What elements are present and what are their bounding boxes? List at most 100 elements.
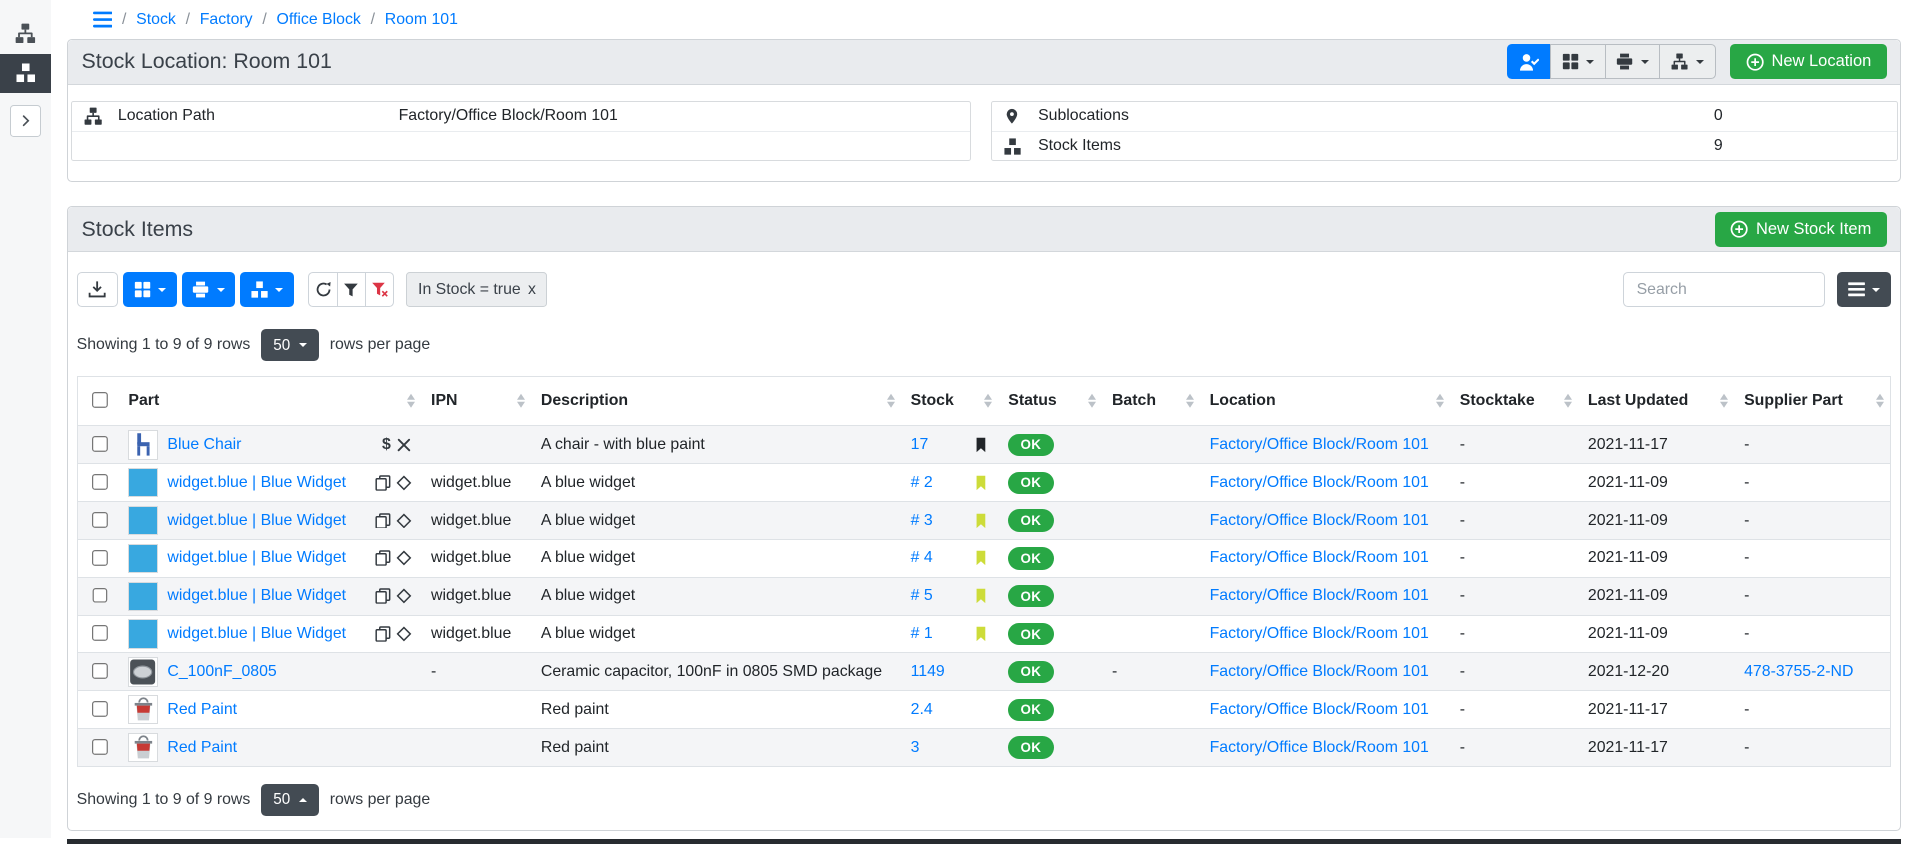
stock-quantity-link[interactable]: # 5 — [911, 587, 933, 605]
print-actions-dropdown[interactable] — [182, 272, 236, 307]
table-row[interactable]: widget.blue | Blue Widget widget.blue A … — [77, 502, 1890, 540]
barcode-actions-button[interactable] — [1550, 44, 1606, 79]
menu-button[interactable] — [93, 11, 113, 28]
table-row[interactable]: widget.blue | Blue Widget widget.blue A … — [77, 464, 1890, 502]
stock-quantity-link[interactable]: 2.4 — [911, 701, 933, 719]
remove-filter-icon[interactable]: x — [523, 281, 541, 299]
page-size-dropdown[interactable]: 50 — [261, 329, 318, 361]
column-header-location[interactable]: Location — [1200, 376, 1450, 426]
part-link[interactable]: widget.blue | Blue Widget — [167, 625, 346, 643]
part-thumbnail[interactable] — [128, 506, 157, 535]
column-header-supplier-part[interactable]: Supplier Part — [1734, 376, 1890, 426]
stock-quantity-link[interactable]: 3 — [911, 739, 920, 757]
part-thumbnail[interactable] — [128, 430, 157, 459]
print-actions-button[interactable] — [1605, 44, 1661, 79]
table-row[interactable]: Blue Chair $ A chair - with blue paint 1… — [77, 426, 1890, 464]
row-checkbox[interactable] — [92, 588, 108, 604]
part-link[interactable]: widget.blue | Blue Widget — [167, 549, 346, 567]
select-all-checkbox[interactable] — [92, 392, 108, 408]
new-location-button[interactable]: New Location — [1730, 44, 1887, 79]
row-checkbox[interactable] — [92, 550, 108, 566]
showing-text: Showing 1 to 9 of 9 rows — [77, 336, 251, 354]
part-thumbnail[interactable] — [128, 544, 157, 573]
detail-row: Location Path Factory/Office Block/Room … — [72, 102, 971, 131]
new-stock-item-button[interactable]: New Stock Item — [1715, 212, 1887, 247]
breadcrumb-link[interactable]: Stock — [136, 11, 176, 29]
barcode-actions-dropdown[interactable] — [123, 272, 177, 307]
stock-quantity-link[interactable]: # 4 — [911, 549, 933, 567]
stock-quantity-link[interactable]: 17 — [911, 436, 929, 454]
breadcrumb-link[interactable]: Room 101 — [385, 11, 458, 29]
part-link[interactable]: Blue Chair — [167, 436, 241, 454]
part-thumbnail[interactable] — [128, 468, 157, 497]
location-link[interactable]: Factory/Office Block/Room 101 — [1210, 739, 1429, 756]
column-header-stock[interactable]: Stock — [901, 376, 999, 426]
column-header-stocktake[interactable]: Stocktake — [1450, 376, 1578, 426]
breadcrumb-link[interactable]: Factory — [200, 11, 253, 29]
breadcrumb-link[interactable]: Office Block — [277, 11, 361, 29]
supplier-part-cell: - — [1734, 502, 1890, 540]
row-checkbox[interactable] — [92, 512, 108, 528]
location-link[interactable]: Factory/Office Block/Room 101 — [1210, 701, 1429, 718]
location-link[interactable]: Factory/Office Block/Room 101 — [1210, 436, 1429, 453]
sidebar-item-sublocations[interactable] — [0, 12, 51, 53]
part-link[interactable]: widget.blue | Blue Widget — [167, 587, 346, 605]
part-thumbnail[interactable] — [128, 733, 157, 762]
part-link[interactable]: Red Paint — [167, 701, 237, 719]
column-header-last-updated[interactable]: Last Updated — [1578, 376, 1734, 426]
location-link[interactable]: Factory/Office Block/Room 101 — [1210, 663, 1429, 680]
last-updated-cell: 2021-11-09 — [1578, 502, 1734, 540]
stock-quantity-link[interactable]: # 1 — [911, 625, 933, 643]
part-link[interactable]: C_100nF_0805 — [167, 663, 276, 681]
part-link[interactable]: widget.blue | Blue Widget — [167, 512, 346, 530]
row-checkbox[interactable] — [92, 625, 108, 641]
clear-filters-button[interactable] — [365, 272, 394, 307]
search-input[interactable] — [1623, 272, 1824, 307]
row-checkbox[interactable] — [92, 436, 108, 452]
caret-down-icon — [1641, 60, 1649, 64]
part-thumbnail[interactable] — [128, 582, 157, 611]
part-link[interactable]: widget.blue | Blue Widget — [167, 474, 346, 492]
supplier-part-link[interactable]: 478-3755-2-ND — [1744, 663, 1853, 680]
export-button[interactable] — [77, 272, 118, 307]
location-link[interactable]: Factory/Office Block/Room 101 — [1210, 587, 1429, 604]
table-row[interactable]: Red Paint Red paint 2.4 OK Factory/Offic… — [77, 691, 1890, 729]
sitemap-icon — [15, 23, 36, 44]
column-header-ipn[interactable]: IPN — [421, 376, 531, 426]
user-actions-button[interactable] — [1507, 44, 1551, 79]
supplier-part-cell: 478-3755-2-ND — [1734, 653, 1890, 691]
part-thumbnail[interactable] — [128, 619, 157, 648]
view-columns-button[interactable] — [1837, 272, 1891, 307]
table-row[interactable]: C_100nF_0805 - Ceramic capacitor, 100nF … — [77, 653, 1890, 691]
part-thumbnail[interactable] — [128, 695, 157, 724]
row-checkbox[interactable] — [92, 474, 108, 490]
location-link[interactable]: Factory/Office Block/Room 101 — [1210, 625, 1429, 642]
location-link[interactable]: Factory/Office Block/Room 101 — [1210, 512, 1429, 529]
location-link[interactable]: Factory/Office Block/Room 101 — [1210, 549, 1429, 566]
table-row[interactable]: Red Paint Red paint 3 OK Factory/Office … — [77, 729, 1890, 767]
sidebar-item-stock[interactable] — [0, 54, 51, 93]
location-actions-button[interactable] — [1659, 44, 1715, 79]
table-row[interactable]: widget.blue | Blue Widget widget.blue A … — [77, 577, 1890, 615]
table-row[interactable]: widget.blue | Blue Widget widget.blue A … — [77, 615, 1890, 653]
column-header-description[interactable]: Description — [531, 376, 901, 426]
row-checkbox[interactable] — [92, 663, 108, 679]
table-row[interactable]: widget.blue | Blue Widget widget.blue A … — [77, 539, 1890, 577]
column-header-part[interactable]: Part — [119, 376, 422, 426]
column-header-status[interactable]: Status — [999, 376, 1103, 426]
location-link[interactable]: Factory/Office Block/Room 101 — [1210, 474, 1429, 491]
sidebar-expand-button[interactable] — [10, 105, 42, 137]
part-link[interactable]: Red Paint — [167, 739, 237, 757]
stock-quantity-link[interactable]: # 3 — [911, 512, 933, 530]
stock-actions-dropdown[interactable] — [240, 272, 294, 307]
stock-quantity-link[interactable]: 1149 — [911, 663, 945, 681]
row-checkbox[interactable] — [92, 701, 108, 717]
filter-button[interactable] — [337, 272, 366, 307]
filter-chip[interactable]: In Stock = true x — [406, 272, 547, 306]
row-checkbox[interactable] — [92, 739, 108, 755]
page-size-dropdown[interactable]: 50 — [261, 784, 318, 816]
part-thumbnail[interactable] — [128, 657, 157, 686]
column-header-batch[interactable]: Batch — [1102, 376, 1200, 426]
stock-quantity-link[interactable]: # 2 — [911, 474, 933, 492]
refresh-button[interactable] — [308, 272, 337, 307]
